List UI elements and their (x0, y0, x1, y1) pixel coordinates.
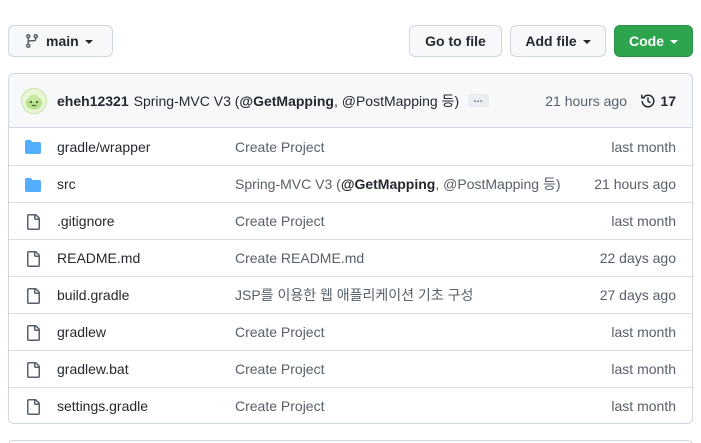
file-commit-age: last month (611, 361, 676, 377)
commit-time[interactable]: 21 hours ago (545, 93, 627, 109)
file-icon (25, 214, 41, 230)
history-count: 17 (660, 92, 676, 109)
file-row[interactable]: .gitignore Create Project last month (9, 202, 692, 239)
file-name-link[interactable]: settings.gradle (57, 398, 148, 414)
git-branch-icon (25, 34, 38, 49)
branch-selector-button[interactable]: main (8, 25, 113, 57)
file-commit-message-link[interactable]: Create Project (235, 324, 324, 340)
file-commit-age: last month (611, 213, 676, 229)
file-row[interactable]: gradle/wrapper Create Project last month (9, 128, 692, 165)
chevron-down-icon (84, 40, 93, 44)
file-icon (25, 325, 41, 341)
expand-commit-button[interactable]: … (468, 94, 490, 107)
file-icon (25, 399, 41, 415)
file-name-link[interactable]: build.gradle (57, 287, 129, 303)
file-commit-message-link[interactable]: Create Project (235, 213, 324, 229)
avatar[interactable] (21, 87, 47, 114)
file-name-link[interactable]: .gitignore (57, 213, 115, 229)
folder-icon (25, 177, 41, 193)
file-row[interactable]: src Spring-MVC V3 (@GetMapping, @PostMapp… (9, 165, 692, 202)
file-name-link[interactable]: README.md (57, 250, 140, 266)
file-commit-message-link[interactable]: Create Project (235, 361, 324, 377)
file-commit-message-link[interactable]: Create Project (235, 139, 324, 155)
file-commit-age: 21 hours ago (594, 176, 676, 192)
file-commit-age: last month (611, 138, 676, 155)
file-commit-message-link[interactable]: JSP를 이용한 웹 애플리케이션 기초 구성 (235, 285, 473, 305)
file-icon (25, 362, 41, 378)
folder-icon (25, 139, 41, 155)
branch-label: main (46, 33, 79, 49)
file-commit-message-link[interactable]: Spring-MVC V3 (@GetMapping, @PostMapping… (235, 174, 561, 194)
file-list: gradle/wrapper Create Project last month sr… (9, 128, 692, 423)
file-browser: eheh12321 Spring-MVC V3 (@GetMapping, @P… (8, 73, 693, 424)
file-name-link[interactable]: gradle/wrapper (57, 139, 150, 155)
chevron-down-icon (670, 40, 678, 44)
file-name-link[interactable]: src (57, 176, 76, 192)
file-commit-age: 27 days ago (599, 287, 676, 303)
file-commit-message-link[interactable]: Create README.md (235, 250, 364, 266)
code-label: Code (629, 33, 664, 49)
file-commit-age: 22 days ago (599, 250, 676, 266)
file-row[interactable]: README.md Create README.md 22 days ago (9, 239, 692, 276)
chevron-down-icon (582, 40, 591, 44)
avatar-icon (26, 94, 42, 109)
file-commit-age: last month (611, 398, 676, 414)
file-row[interactable]: build.gradle JSP를 이용한 웹 애플리케이션 기초 구성 27 da… (9, 276, 692, 313)
file-row[interactable]: gradlew Create Project last month (9, 313, 692, 350)
code-button[interactable]: Code (614, 25, 693, 57)
file-name-link[interactable]: gradlew.bat (57, 361, 129, 377)
add-file-label: Add file (525, 33, 577, 49)
history-icon (641, 93, 655, 107)
file-commit-message-link[interactable]: Create Project (235, 398, 324, 414)
go-to-file-button[interactable]: Go to file (409, 25, 502, 57)
commit-message[interactable]: Spring-MVC V3 (@GetMapping, @PostMapping… (134, 91, 460, 111)
file-row[interactable]: settings.gradle Create Project last month (9, 387, 692, 423)
commit-history-link[interactable]: 17 (640, 93, 676, 109)
add-file-button[interactable]: Add file (510, 25, 606, 57)
latest-commit-bar: eheh12321 Spring-MVC V3 (@GetMapping, @P… (9, 74, 692, 128)
file-row[interactable]: gradlew.bat Create Project last month (9, 350, 692, 387)
file-icon (25, 288, 41, 304)
commit-author[interactable]: eheh12321 (57, 93, 129, 109)
go-to-file-label: Go to file (425, 33, 486, 49)
file-icon (25, 251, 41, 267)
file-name-link[interactable]: gradlew (57, 324, 106, 340)
file-commit-age: last month (611, 324, 676, 340)
